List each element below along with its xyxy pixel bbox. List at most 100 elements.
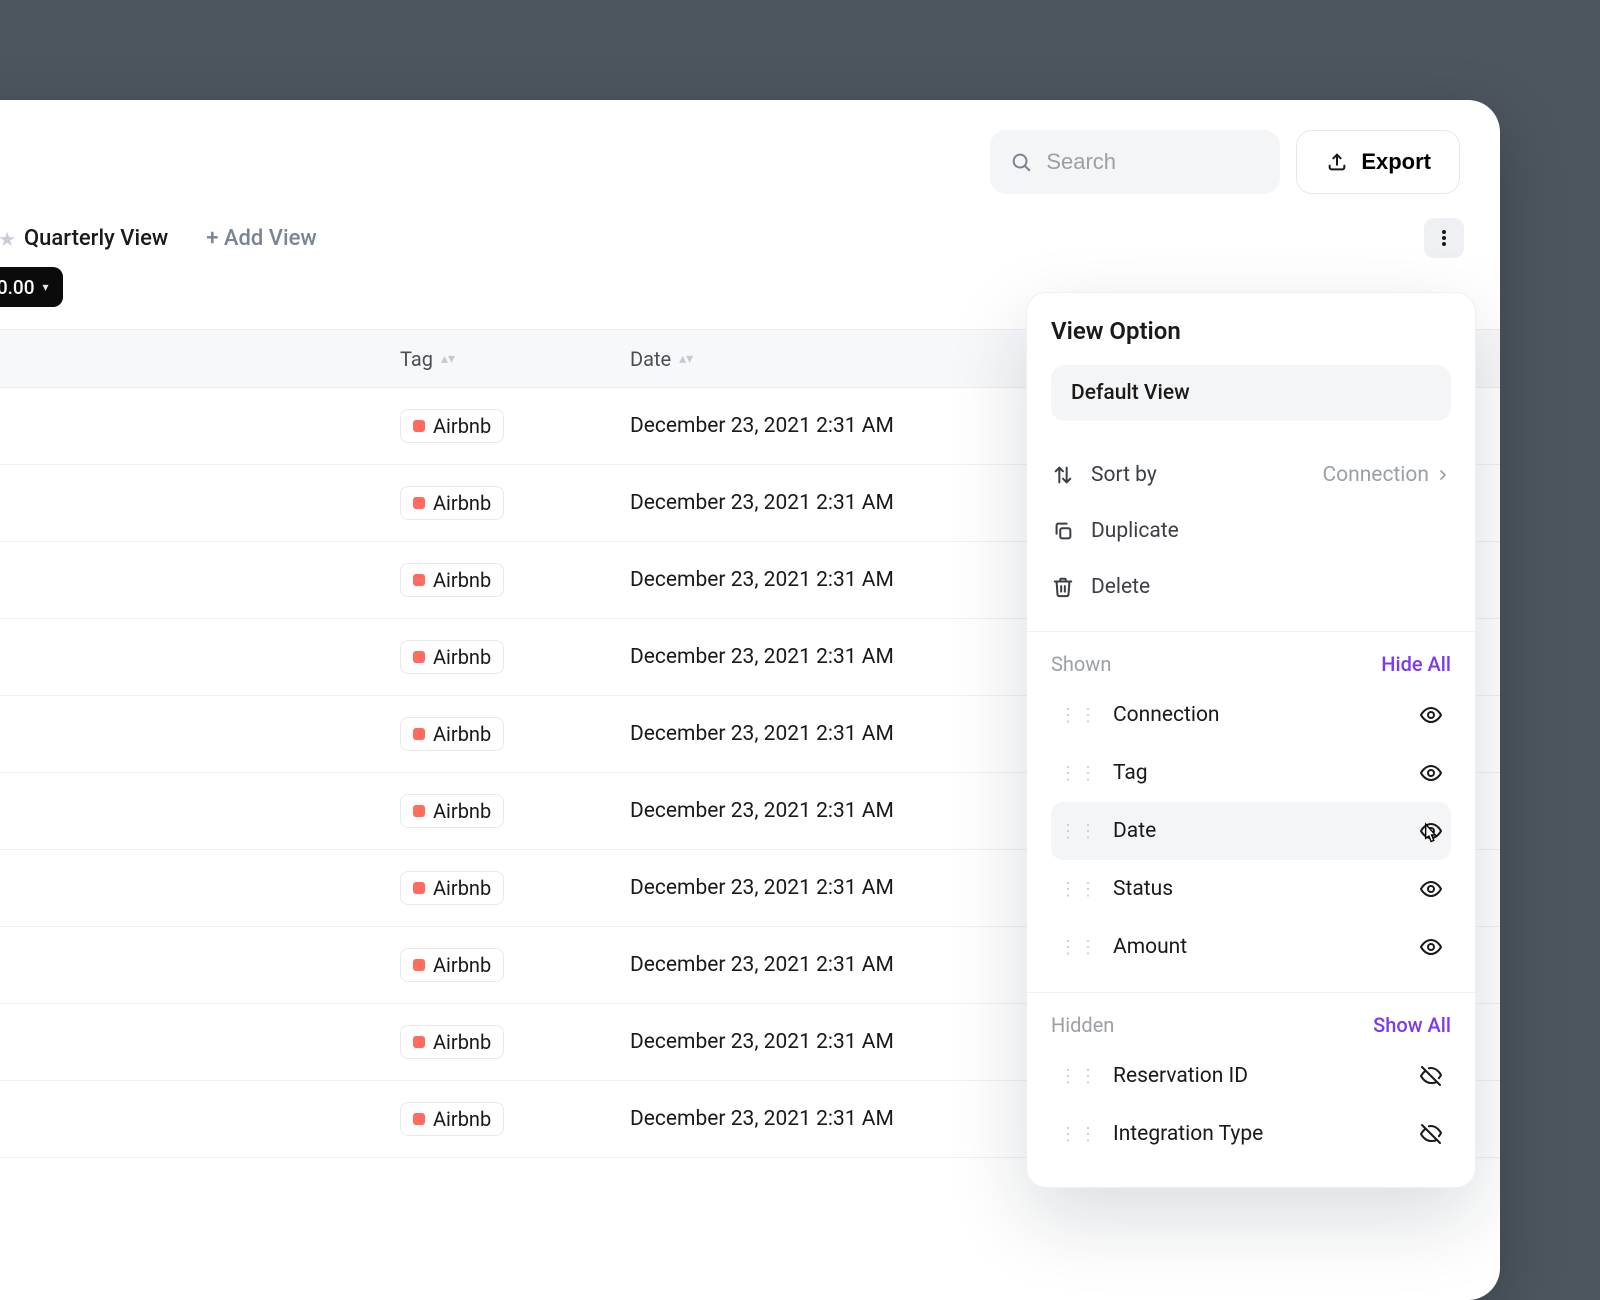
tag-badge[interactable]: Airbnb	[400, 794, 504, 828]
field-label: Amount	[1113, 935, 1419, 959]
export-button[interactable]: Export	[1296, 130, 1460, 194]
shown-section-header: Shown Hide All	[1051, 652, 1451, 676]
sort-icon	[1051, 463, 1075, 487]
tag-color-dot	[413, 651, 425, 663]
search-input[interactable]	[1046, 149, 1334, 175]
tag-color-dot	[413, 420, 425, 432]
kebab-menu-button[interactable]	[1424, 218, 1464, 258]
shown-fields-list: ⋮⋮ Connection ⋮⋮ Tag ⋮⋮ Date ⋮⋮ Status ⋮…	[1051, 686, 1451, 976]
tag-badge[interactable]: Airbnb	[400, 948, 504, 982]
tag-color-dot	[413, 805, 425, 817]
view-option-panel: View Option Default View Sort by Connect…	[1026, 292, 1476, 1188]
sort-icon: ▴▾	[441, 352, 455, 366]
add-view-button[interactable]: + Add View	[206, 226, 316, 251]
tag-badge[interactable]: Airbnb	[400, 871, 504, 905]
eye-icon[interactable]	[1419, 935, 1443, 959]
search-box[interactable]	[990, 130, 1280, 194]
app-card: Export ew Yearly View ★ Quarterly View +…	[0, 100, 1500, 1300]
eye-off-icon[interactable]	[1419, 1122, 1443, 1146]
hidden-fields-list: ⋮⋮ Reservation ID ⋮⋮ Integration Type	[1051, 1047, 1451, 1163]
field-label: Status	[1113, 877, 1419, 901]
column-tag-label: Tag	[400, 347, 433, 371]
date-cell: December 23, 2021 2:31 AM	[630, 953, 894, 977]
tab-quarterly[interactable]: ★ Quarterly View	[0, 226, 168, 251]
export-label: Export	[1361, 149, 1431, 175]
tag-text: Airbnb	[433, 722, 491, 746]
duplicate-row[interactable]: Duplicate	[1051, 503, 1451, 559]
tag-color-dot	[413, 574, 425, 586]
drag-handle-icon[interactable]: ⋮⋮	[1059, 879, 1099, 900]
shown-field-row[interactable]: ⋮⋮ Connection	[1051, 686, 1451, 744]
tag-badge[interactable]: Airbnb	[400, 563, 504, 597]
hidden-field-row[interactable]: ⋮⋮ Reservation ID	[1051, 1047, 1451, 1105]
duplicate-label: Duplicate	[1091, 519, 1179, 543]
tag-text: Airbnb	[433, 568, 491, 592]
shown-field-row[interactable]: ⋮⋮ Amount	[1051, 918, 1451, 976]
drag-handle-icon[interactable]: ⋮⋮	[1059, 1066, 1099, 1087]
drag-handle-icon[interactable]: ⋮⋮	[1059, 705, 1099, 726]
tag-color-dot	[413, 728, 425, 740]
tag-badge[interactable]: Airbnb	[400, 717, 504, 751]
tag-badge[interactable]: Airbnb	[400, 1102, 504, 1136]
drag-handle-icon[interactable]: ⋮⋮	[1059, 937, 1099, 958]
tag-text: Airbnb	[433, 953, 491, 977]
eye-icon[interactable]	[1419, 761, 1443, 785]
eye-icon[interactable]	[1419, 703, 1443, 727]
upload-icon	[1325, 150, 1349, 174]
field-label: Reservation ID	[1113, 1064, 1419, 1088]
field-label: Tag	[1113, 761, 1419, 785]
tag-text: Airbnb	[433, 1030, 491, 1054]
chevron-down-icon: ▾	[43, 280, 49, 294]
tag-color-dot	[413, 1036, 425, 1048]
chevron-right-icon	[1435, 467, 1451, 483]
tag-color-dot	[413, 959, 425, 971]
eye-icon[interactable]	[1419, 877, 1443, 901]
cursor-icon	[1417, 822, 1443, 848]
shown-field-row[interactable]: ⋮⋮ Tag	[1051, 744, 1451, 802]
tag-text: Airbnb	[433, 799, 491, 823]
drag-handle-icon[interactable]: ⋮⋮	[1059, 763, 1099, 784]
tag-color-dot	[413, 497, 425, 509]
show-all-button[interactable]: Show All	[1373, 1013, 1451, 1037]
sort-by-label: Sort by	[1091, 463, 1157, 487]
panel-title: View Option	[1051, 317, 1451, 345]
eye-off-icon[interactable]	[1419, 1064, 1443, 1088]
field-label: Integration Type	[1113, 1122, 1419, 1146]
tab-quarterly-label: Quarterly View	[24, 226, 168, 251]
sort-icon: ▴▾	[679, 352, 693, 366]
tag-badge[interactable]: Airbnb	[400, 640, 504, 674]
date-cell: December 23, 2021 2:31 AM	[630, 1030, 894, 1054]
shown-label: Shown	[1051, 652, 1111, 676]
topbar: Export	[0, 100, 1500, 194]
filter-amount[interactable]: < £500.00 ▾	[0, 267, 63, 307]
default-view-chip[interactable]: Default View	[1051, 365, 1451, 421]
delete-label: Delete	[1091, 575, 1150, 599]
shown-field-row[interactable]: ⋮⋮ Status	[1051, 860, 1451, 918]
column-date-label: Date	[630, 347, 671, 371]
date-cell: December 23, 2021 2:31 AM	[630, 722, 894, 746]
tag-color-dot	[413, 1113, 425, 1125]
filter-amount-text: < £500.00	[0, 276, 35, 299]
divider	[1027, 631, 1475, 632]
column-tag[interactable]: Tag ▴▾	[400, 347, 455, 371]
tag-color-dot	[413, 882, 425, 894]
field-label: Date	[1113, 819, 1419, 843]
column-date[interactable]: Date ▴▾	[630, 347, 693, 371]
tag-badge[interactable]: Airbnb	[400, 486, 504, 520]
sort-by-row[interactable]: Sort by Connection	[1051, 447, 1451, 503]
date-cell: December 23, 2021 2:31 AM	[630, 799, 894, 823]
date-cell: December 23, 2021 2:31 AM	[630, 876, 894, 900]
views-row: ew Yearly View ★ Quarterly View + Add Vi…	[0, 194, 1500, 267]
drag-handle-icon[interactable]: ⋮⋮	[1059, 821, 1099, 842]
date-cell: December 23, 2021 2:31 AM	[630, 1107, 894, 1131]
hidden-field-row[interactable]: ⋮⋮ Integration Type	[1051, 1105, 1451, 1163]
hide-all-button[interactable]: Hide All	[1381, 652, 1451, 676]
delete-row[interactable]: Delete	[1051, 559, 1451, 615]
drag-handle-icon[interactable]: ⋮⋮	[1059, 1124, 1099, 1145]
tag-badge[interactable]: Airbnb	[400, 1025, 504, 1059]
date-cell: December 23, 2021 2:31 AM	[630, 414, 894, 438]
duplicate-icon	[1051, 519, 1075, 543]
sort-by-value: Connection	[1322, 463, 1451, 487]
tag-badge[interactable]: Airbnb	[400, 409, 504, 443]
shown-field-row[interactable]: ⋮⋮ Date	[1051, 802, 1451, 860]
